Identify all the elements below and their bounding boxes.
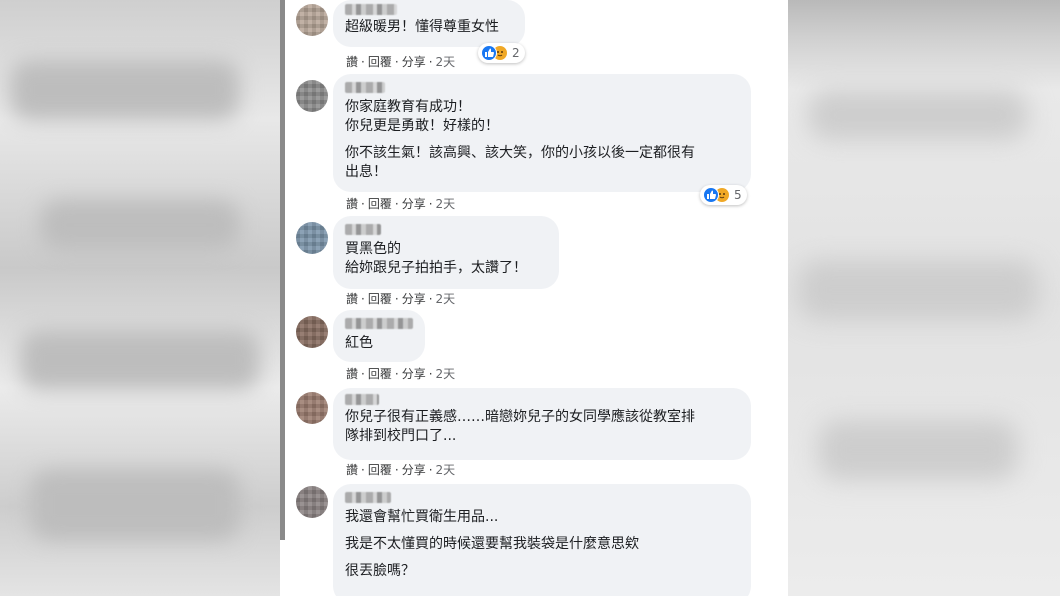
comment-feed: 超級暖男！懂得尊重女性 2 讚 · 回覆 · 分享 · 2天 你家庭教育有成功！ 你兒更是勇… — [280, 0, 788, 596]
comment-actions: 讚 · 回覆 · 分享 · 2天 — [346, 463, 456, 477]
comment-text: 我是不太懂買的時候還要幫我裝袋是什麼意思欸 — [345, 536, 639, 552]
like-button[interactable]: 讚 — [346, 463, 358, 477]
like-button[interactable]: 讚 — [346, 292, 358, 306]
reaction-summary[interactable]: 2 — [478, 43, 525, 63]
comment-text: 出息！ — [345, 164, 387, 180]
avatar[interactable] — [296, 316, 328, 348]
share-button[interactable]: 分享 — [402, 367, 426, 381]
comment-actions: 讚 · 回覆 · 分享 · 2天 — [346, 292, 456, 306]
reply-button[interactable]: 回覆 — [368, 55, 392, 69]
blurred-background-left — [0, 0, 280, 596]
timestamp-link[interactable]: 2天 — [436, 55, 456, 69]
reaction-count: 5 — [734, 188, 742, 202]
comment-text: 你家庭教育有成功！ — [345, 99, 471, 115]
like-button[interactable]: 讚 — [346, 367, 358, 381]
like-icon — [481, 45, 497, 61]
timestamp-link[interactable]: 2天 — [436, 197, 456, 211]
commenter-name[interactable] — [345, 82, 385, 93]
comment-text: 隊排到校門口了... — [345, 428, 457, 444]
comment-text: 紅色 — [345, 335, 373, 351]
comment-bubble: 我還會幫忙買衛生用品... 我是不太懂買的時候還要幫我裝袋是什麼意思欸 很丟臉嗎… — [333, 484, 751, 596]
comment-actions: 讚 · 回覆 · 分享 · 2天 — [346, 367, 456, 381]
like-button[interactable]: 讚 — [346, 197, 358, 211]
comment-actions: 讚 · 回覆 · 分享 · 2天 — [346, 55, 456, 69]
commenter-name[interactable] — [345, 318, 413, 329]
commenter-name[interactable] — [345, 394, 379, 405]
avatar[interactable] — [296, 4, 328, 36]
reaction-count: 2 — [512, 46, 520, 60]
commenter-name[interactable] — [345, 4, 397, 15]
avatar[interactable] — [296, 222, 328, 254]
reply-button[interactable]: 回覆 — [368, 463, 392, 477]
commenter-name[interactable] — [345, 224, 381, 235]
comment-text: 你兒更是勇敢！好樣的！ — [345, 118, 499, 134]
blurred-background-right — [788, 0, 1060, 596]
comment-text: 很丟臉嗎？ — [345, 563, 415, 579]
comment-text: 我還會幫忙買衛生用品... — [345, 509, 499, 525]
like-icon — [703, 187, 719, 203]
comment-bubble: 超級暖男！懂得尊重女性 — [333, 0, 525, 47]
comment-bubble: 你家庭教育有成功！ 你兒更是勇敢！好樣的！ 你不該生氣！該高興、該大笑，你的小孩… — [333, 74, 751, 192]
share-button[interactable]: 分享 — [402, 55, 426, 69]
comment-actions: 讚 · 回覆 · 分享 · 2天 — [346, 197, 456, 211]
comment-text: 買黑色的 — [345, 241, 401, 257]
comment-text: 給妳跟兒子拍拍手，太讚了！ — [345, 260, 527, 276]
like-button[interactable]: 讚 — [346, 55, 358, 69]
reaction-summary[interactable]: 5 — [700, 185, 747, 205]
comment-text: 你兒子很有正義感……暗戀妳兒子的女同學應該從教室排 — [345, 409, 695, 425]
share-button[interactable]: 分享 — [402, 197, 426, 211]
timestamp-link[interactable]: 2天 — [436, 463, 456, 477]
comment-bubble: 買黑色的 給妳跟兒子拍拍手，太讚了！ — [333, 216, 559, 289]
commenter-name[interactable] — [345, 492, 391, 503]
reply-button[interactable]: 回覆 — [368, 292, 392, 306]
comment-text: 超級暖男！懂得尊重女性 — [345, 19, 499, 35]
thread-line — [280, 0, 285, 540]
timestamp-link[interactable]: 2天 — [436, 292, 456, 306]
comment-text: 你不該生氣！該高興、該大笑，你的小孩以後一定都很有 — [345, 145, 695, 161]
avatar[interactable] — [296, 486, 328, 518]
share-button[interactable]: 分享 — [402, 292, 426, 306]
share-button[interactable]: 分享 — [402, 463, 426, 477]
avatar[interactable] — [296, 392, 328, 424]
reply-button[interactable]: 回覆 — [368, 197, 392, 211]
comment-bubble: 你兒子很有正義感……暗戀妳兒子的女同學應該從教室排 隊排到校門口了... — [333, 388, 751, 460]
reply-button[interactable]: 回覆 — [368, 367, 392, 381]
avatar[interactable] — [296, 80, 328, 112]
timestamp-link[interactable]: 2天 — [436, 367, 456, 381]
comment-bubble: 紅色 — [333, 310, 425, 362]
